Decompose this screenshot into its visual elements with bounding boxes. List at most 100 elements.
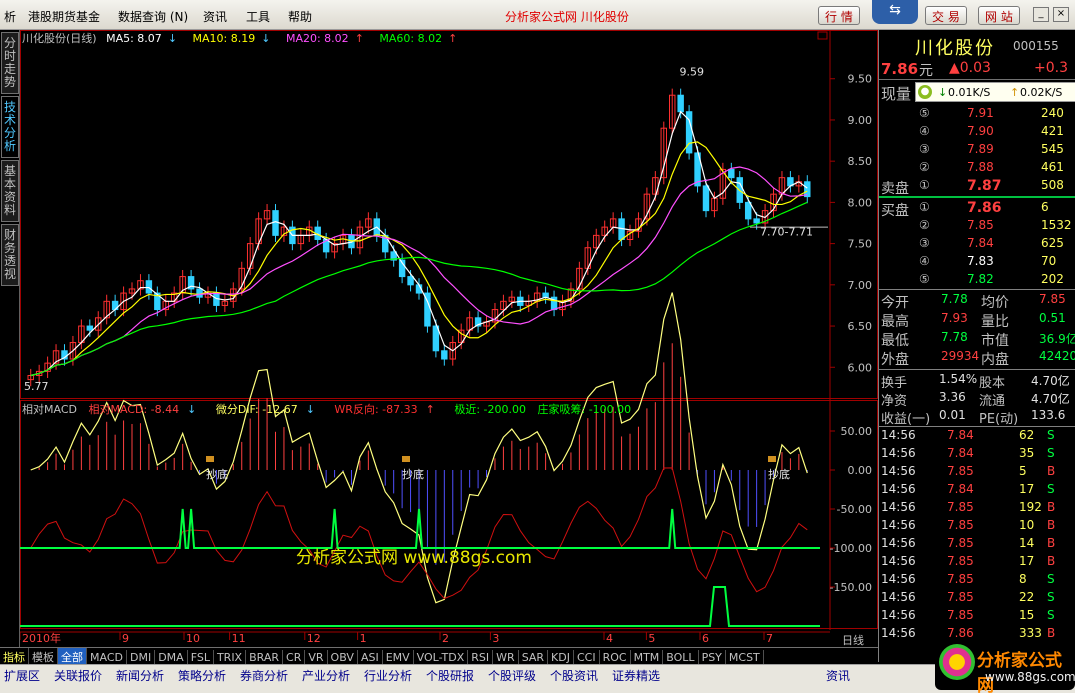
x-tick-label: 9 xyxy=(122,632,129,645)
quote-panel: 川化股份 000155 7.86 元 ▲0.03 +0.3 现量 ● ↓ 0.0… xyxy=(878,30,1075,662)
candle xyxy=(272,210,279,236)
tab-financials[interactable]: 财务透视 xyxy=(1,224,19,286)
tick-row-cell: S xyxy=(1047,446,1055,460)
indicator-tab[interactable]: FSL xyxy=(188,650,214,665)
bid-row-cell: 7.82 xyxy=(967,272,994,286)
bottom-nav-item[interactable]: 新闻分析 xyxy=(116,667,164,684)
tick-row: 14:56 7.85 14 B xyxy=(879,536,1075,554)
tick-row-cell: S xyxy=(1047,608,1055,622)
indicator-wr: WR反向: -87.33 ↑ xyxy=(334,403,435,416)
trade-button[interactable]: 交 易 xyxy=(925,6,967,25)
period-label[interactable]: 日线 xyxy=(842,632,864,648)
menu-item-hk-futures[interactable]: 港股期货基金 xyxy=(28,8,100,25)
stat2-row-cell: 3.36 xyxy=(939,390,966,404)
indicator-tab[interactable]: MCST xyxy=(726,650,764,665)
bottom-nav-item[interactable]: 产业分析 xyxy=(302,667,350,684)
bid-row-cell: 7.84 xyxy=(967,236,994,250)
quote-button[interactable]: 行 情 xyxy=(818,6,860,25)
current-price: 7.86 xyxy=(881,60,919,78)
indicator-tab[interactable]: EMV xyxy=(383,650,414,665)
flag-icon xyxy=(402,456,410,462)
tick-row-cell: 333 xyxy=(1019,626,1042,640)
indicator-dif: 微分DIF: -12.67 ↓ xyxy=(215,403,315,416)
bottom-nav-item[interactable]: 个股资讯 xyxy=(550,667,598,684)
indicator-tab[interactable]: CR xyxy=(283,650,306,665)
indicator-tab[interactable]: SAR xyxy=(519,650,549,665)
chart-area[interactable]: 9.50 9.00 8.50 8.00 7.50 7.00 6.50 6.00 9.59 5.77… xyxy=(20,30,878,662)
indicator-tab[interactable]: VOL-TDX xyxy=(414,650,469,665)
stat-row-cell: 今开 xyxy=(881,295,909,311)
bottom-nav-item[interactable]: 关联报价 xyxy=(54,667,102,684)
ask-row-cell: 461 xyxy=(1041,160,1064,174)
ticks-divider xyxy=(879,426,1075,427)
tick-row: 14:56 7.85 8 S xyxy=(879,572,1075,590)
watermark-text: 分析家公式网 www.88gs.com xyxy=(296,548,532,568)
app-logo-icon[interactable]: ⇆ xyxy=(872,0,918,24)
stat2-row-cell: 4.70亿 xyxy=(1031,392,1070,406)
stat2-row-cell: 流通 xyxy=(979,394,1006,409)
menu-item-data-query[interactable]: 数据查询 (N) xyxy=(118,8,188,25)
window-title: 分析家公式网 川化股份 xyxy=(505,10,629,24)
ask-row: ④ 7.90 421 xyxy=(879,124,1075,142)
close-icon[interactable]: × xyxy=(1053,7,1069,22)
menu-item-tools[interactable]: 工具 xyxy=(246,8,270,25)
tick-row-cell: 7.84 xyxy=(947,428,974,442)
indicator-tab[interactable]: DMA xyxy=(155,650,188,665)
indicator-tab[interactable]: WR xyxy=(493,650,519,665)
indicator-tab[interactable]: BOLL xyxy=(663,650,699,665)
vol-up-speed: 0.02K/S xyxy=(1020,86,1063,99)
bottom-nav-item[interactable]: 个股评级 xyxy=(488,667,536,684)
stat-row-cell: 0.51 xyxy=(1039,311,1066,325)
tick-row: 14:56 7.84 17 S xyxy=(879,482,1075,500)
stat-row-cell: 内盘 xyxy=(981,352,1009,368)
indicator-tab[interactable]: OBV xyxy=(328,650,358,665)
bottom-nav-item[interactable]: 扩展区 xyxy=(4,667,40,684)
tick-row-cell: B xyxy=(1047,518,1056,532)
minimize-icon[interactable]: _ xyxy=(1033,7,1049,22)
menu-item-help[interactable]: 帮助 xyxy=(288,8,312,25)
bottom-nav-item[interactable]: 证券精选 xyxy=(612,667,660,684)
indicator-tab[interactable]: CCI xyxy=(574,650,600,665)
indicator-tab[interactable]: DMI xyxy=(127,650,156,665)
candle xyxy=(441,350,448,360)
price-unit: 元 xyxy=(919,63,933,79)
speed-icon: ● xyxy=(918,85,932,99)
bottom-nav-item[interactable]: 个股研报 xyxy=(426,667,474,684)
menu-item-analysis[interactable]: 析 xyxy=(4,8,16,25)
bottom-nav-item[interactable]: 策略分析 xyxy=(178,667,226,684)
price-tick-label: 6.50 xyxy=(848,320,873,333)
tab-fundamentals[interactable]: 基本资料 xyxy=(1,160,19,222)
indicator-extreme: 极近: -200.00 xyxy=(454,403,526,416)
news-workspace-button[interactable]: 资讯 xyxy=(826,667,850,684)
indicator-tab[interactable]: BRAR xyxy=(246,650,284,665)
indicator-tab[interactable]: VR xyxy=(305,650,328,665)
indicator-tab[interactable]: ROC xyxy=(600,650,631,665)
bid-row-cell: 70 xyxy=(1041,254,1057,268)
x-tick-label: 2010年 xyxy=(22,631,61,645)
tick-row: 14:56 7.85 17 B xyxy=(879,554,1075,572)
bottom-nav-item[interactable]: 券商分析 xyxy=(240,667,288,684)
menu-bar: 析 港股期货基金 数据查询 (N) 资讯 工具 帮助 分析家公式网 川化股份 行… xyxy=(0,0,1075,30)
indicator-tab[interactable]: KDJ xyxy=(548,650,574,665)
indicator-tab[interactable]: MACD xyxy=(87,650,127,665)
current-volume-label: 现量 xyxy=(881,85,912,103)
tick-row: 14:56 7.85 15 S xyxy=(879,608,1075,626)
candle xyxy=(196,288,203,298)
tick-row-cell: B xyxy=(1047,464,1056,478)
tick-row-cell: 14:56 xyxy=(881,482,916,496)
bottom-nav-item[interactable]: 行业分析 xyxy=(364,667,412,684)
tick-row-cell: 35 xyxy=(1019,446,1035,460)
stat-row-cell: 量比 xyxy=(981,314,1009,330)
menu-item-news[interactable]: 资讯 xyxy=(203,8,227,25)
indicator-tab[interactable]: MTM xyxy=(631,650,664,665)
tick-row-cell: 7.86 xyxy=(947,626,974,640)
stat-row-cell: 最低 xyxy=(881,333,909,349)
tab-intraday[interactable]: 分时走势 xyxy=(1,32,19,94)
indicator-tab[interactable]: ASI xyxy=(358,650,383,665)
website-button[interactable]: 网 站 xyxy=(978,6,1020,25)
indicator-tab[interactable]: RSI xyxy=(468,650,494,665)
indicator-tab[interactable]: TRIX xyxy=(214,650,247,665)
tab-technical[interactable]: 技术分析 xyxy=(1,96,19,158)
bid-row-cell: ② xyxy=(919,218,930,232)
indicator-tab[interactable]: PSY xyxy=(699,650,726,665)
